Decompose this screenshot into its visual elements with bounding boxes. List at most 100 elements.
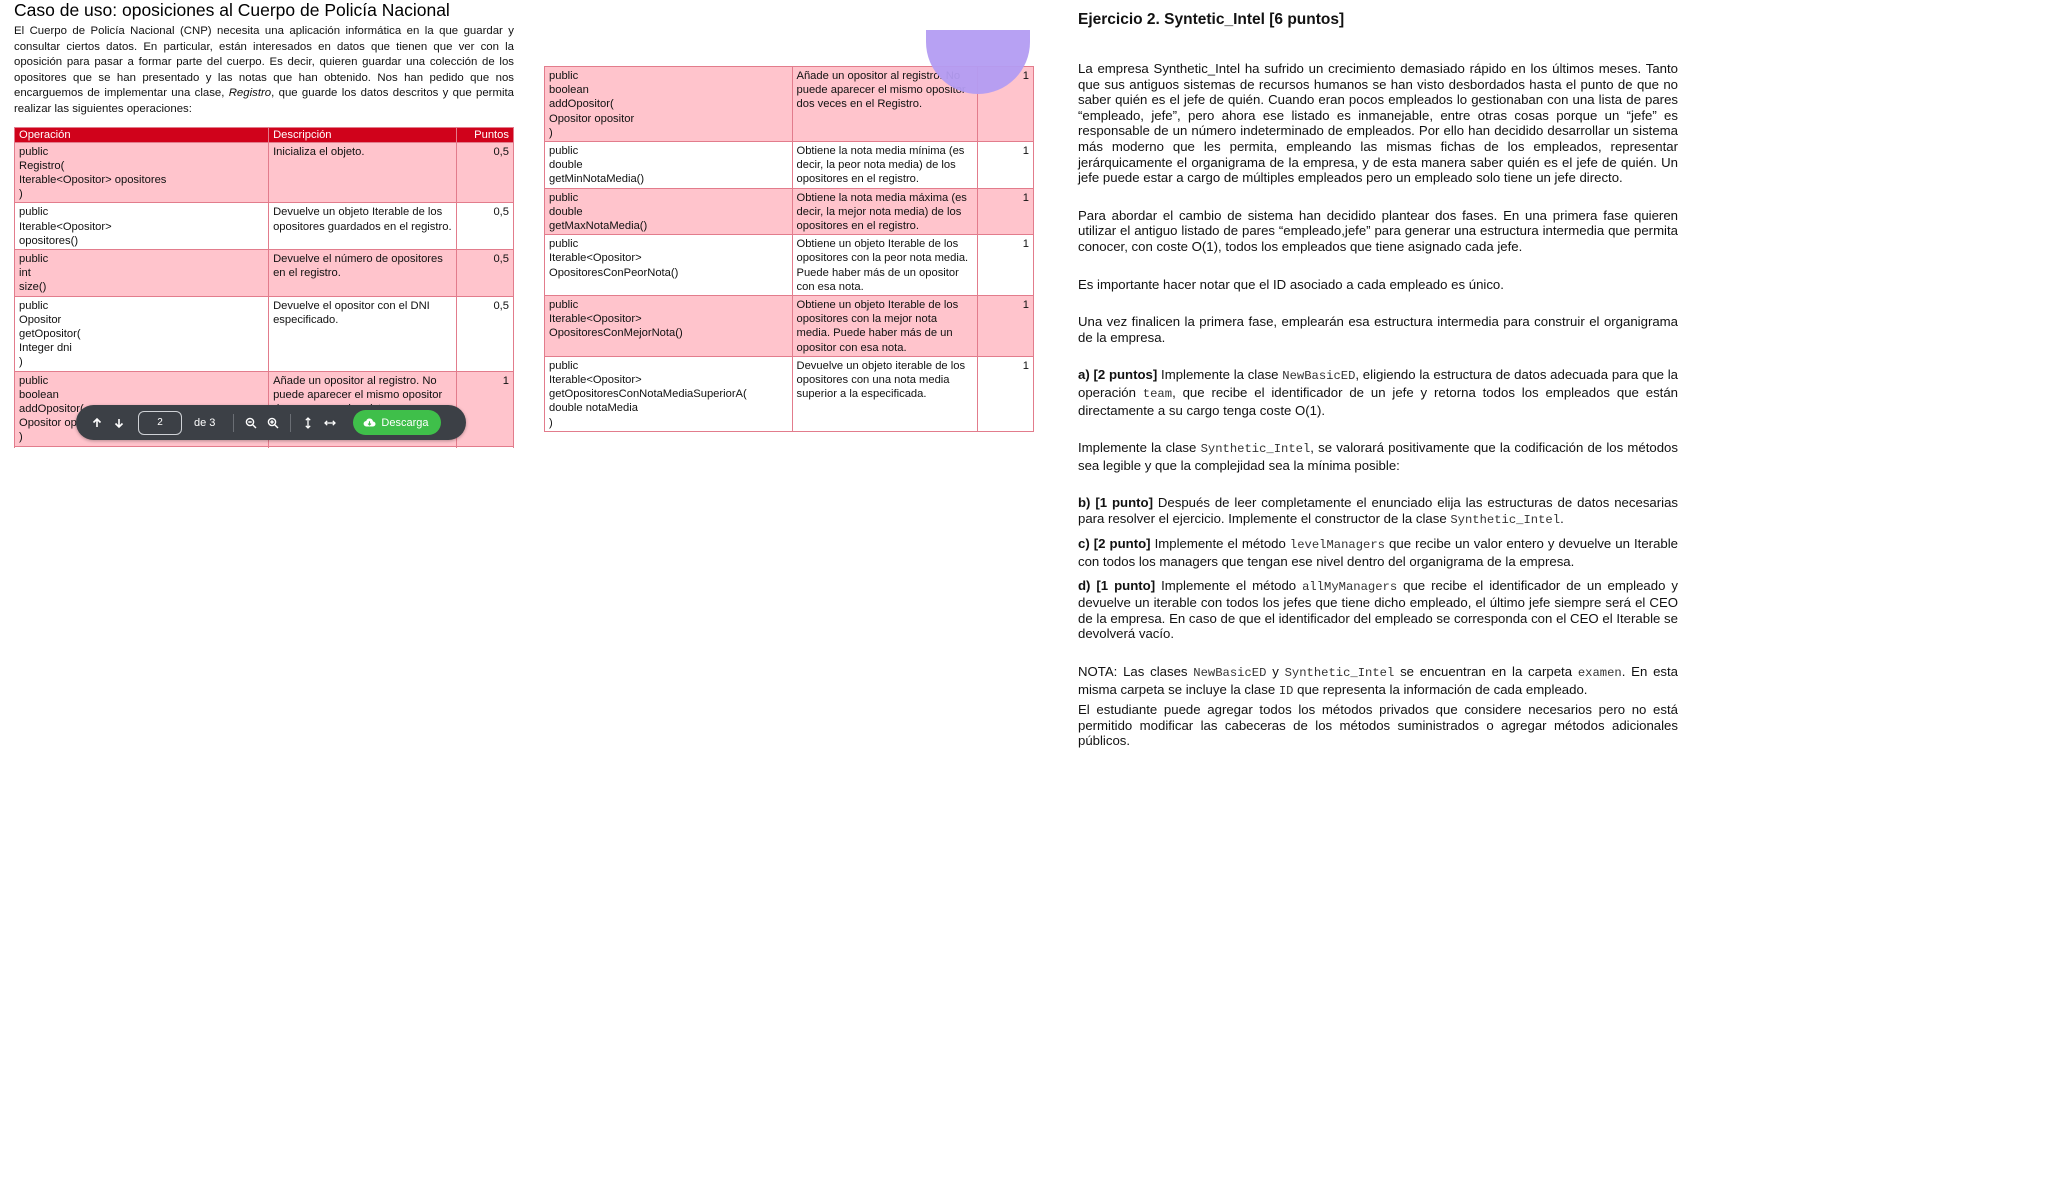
description-cell: Obtiene un objeto Iterable de los oposit… xyxy=(791,234,978,297)
operation-signature-line: Iterable<Opositor> xyxy=(549,252,642,265)
note-paragraph: NOTA: Las clases NewBasicED y Synthetic_… xyxy=(1078,664,1678,699)
operations-table-continued: public boolean addOpositor(Opositor oposit… xyxy=(544,65,1034,432)
fit-width-icon[interactable] xyxy=(319,412,341,434)
text: Después de leer completamente el enuncia… xyxy=(1078,495,1678,526)
operation-signature-line: double xyxy=(549,159,583,172)
points-cell: 1 xyxy=(976,234,1034,297)
paragraph-implement-class: Implemente la clase Synthetic_Intel, se … xyxy=(1078,440,1678,473)
page-number-input[interactable] xyxy=(138,410,182,435)
operation-signature-line: Registro( xyxy=(19,159,65,172)
operation-signature-line: ) xyxy=(19,356,23,369)
points-cell: 1 xyxy=(976,355,1034,432)
operation-cell: public int size() xyxy=(14,248,270,297)
operation-cell: public boolean addOpositor(Opositor oposit… xyxy=(544,65,793,143)
operation-signature-line: Iterable<Opositor> xyxy=(19,220,112,233)
operation-signature-line: Opositor xyxy=(19,313,62,326)
fit-height-icon[interactable] xyxy=(297,412,319,434)
points-cell: 0,5 xyxy=(456,248,514,297)
operation-signature-line: public xyxy=(19,252,49,265)
question-a-label: a) [2 puntos] xyxy=(1078,367,1158,383)
operation-signature-line: ) xyxy=(549,416,553,429)
operation-signature-line: OpositoresConPeorNota() xyxy=(549,266,679,279)
text: que representa la información de cada em… xyxy=(1293,681,1588,697)
description-cell: Obtiene la nota media máxima (es decir, … xyxy=(791,187,978,236)
points-cell: 0,5 xyxy=(456,141,514,204)
text: NOTA: Las clases xyxy=(1078,664,1194,680)
operation-cell: public Iterable<Opositor> getOpositoresCon… xyxy=(544,355,793,432)
code-synthetic-intel: Synthetic_Intel xyxy=(1450,512,1561,527)
operation-cell: public Registro(Iterable<Opositor> oposit… xyxy=(14,141,270,204)
pdf-page-left: Caso de uso: oposiciones al Cuerpo de Po… xyxy=(14,0,514,448)
code-newbasiced: NewBasicED xyxy=(1282,369,1356,384)
arrow-up-icon[interactable] xyxy=(86,412,108,434)
points-cell: 0,5 xyxy=(456,202,514,250)
paragraph-unique-id: Es importante hacer notar que el ID asoc… xyxy=(1078,276,1504,292)
pdf-viewer-toolbar: de 3 Descarga xyxy=(76,405,466,440)
text: . xyxy=(1560,510,1564,526)
download-button[interactable]: Descarga xyxy=(353,410,441,435)
operation-signature-line: OpositoresConMejorNota() xyxy=(549,327,683,340)
paragraph-second-phase: Una vez finalicen la primera fase, emple… xyxy=(1078,314,1678,345)
points-cell: 1 xyxy=(976,295,1034,357)
points-cell: 1 xyxy=(976,187,1034,236)
operation-signature-line: Iterable<Opositor> opositores xyxy=(19,173,167,186)
text: y xyxy=(1266,664,1285,680)
operation-cell: public double getMaxNotaMedia() xyxy=(544,187,793,236)
text: Implemente la clase xyxy=(1157,367,1283,383)
operation-signature-line: getOpositor( xyxy=(19,328,81,340)
code-synthetic-intel: Synthetic_Intel xyxy=(1200,442,1311,457)
points-cell: 1 xyxy=(976,141,1034,189)
description-cell: Devuelve un objeto Iterable de los oposi… xyxy=(268,202,458,250)
operation-signature-line: Opositor opositor xyxy=(549,112,635,125)
operation-cell: public Iterable<Opositor> OpositoresConMej… xyxy=(544,295,793,357)
operation-cell: public Opositor getOpositor( Integer dni) xyxy=(14,295,270,372)
toolbar-divider xyxy=(290,413,292,432)
code-allmymanagers: allMyManagers xyxy=(1302,579,1398,594)
table-row: public Iterable<Opositor> OpositoresConPeo… xyxy=(544,234,1034,297)
operation-signature-line: public xyxy=(19,374,49,387)
table-row: public Registro(Iterable<Opositor> oposit… xyxy=(14,141,514,204)
column-header-operacion: Operación xyxy=(14,126,270,143)
operation-signature-line: Integer dni xyxy=(19,342,72,355)
intro-paragraph: El Cuerpo de Policía Nacional (CNP) nece… xyxy=(14,24,514,118)
code-team: team xyxy=(1142,386,1173,401)
zoom-in-icon[interactable] xyxy=(262,412,284,434)
intro-italic: Registro xyxy=(228,87,272,100)
operation-signature-line: ) xyxy=(549,126,553,139)
description-cell: Obtiene un objeto Iterable de los oposit… xyxy=(791,295,978,357)
operation-signature-line: public xyxy=(549,191,579,204)
operation-signature-line: public xyxy=(19,299,49,312)
operation-signature-line: ) xyxy=(19,188,23,201)
code-id: ID xyxy=(1278,683,1294,698)
note-paragraph-2: El estudiante puede agregar todos los mé… xyxy=(1078,702,1678,749)
operation-cell: public double getMinNotaMedia() xyxy=(544,141,793,189)
table-row: public int size() Devuelve el número de opo… xyxy=(14,248,514,297)
code-levelmanagers: levelManagers xyxy=(1289,538,1385,553)
operation-signature-line: Iterable<Opositor> xyxy=(549,313,642,326)
operation-signature-line: public xyxy=(549,145,579,158)
toolbar-divider xyxy=(233,413,235,432)
operation-signature-line: boolean xyxy=(19,388,59,401)
paragraph-phases: Para abordar el cambio de sistema han de… xyxy=(1078,207,1678,254)
operation-signature-line: getOpositoresConNotaMediaSuperiorA( xyxy=(549,388,747,401)
operation-signature-line: public xyxy=(549,299,579,312)
operation-signature-line: int xyxy=(19,267,31,280)
question-d: d) [1 punto] Implemente el método allMyM… xyxy=(1078,578,1678,642)
table-row: public double getMaxNotaMedia() Obtiene la … xyxy=(544,187,1034,236)
operation-signature-line: opositores() xyxy=(19,234,79,247)
table-row: public Iterable<Opositor> getOpositoresCon… xyxy=(544,355,1034,432)
operation-signature-line: public xyxy=(549,70,579,82)
text: Implemente el método xyxy=(1155,577,1303,593)
points-cell: 1 xyxy=(456,445,514,448)
table-row: public Iterable<Opositor> opositores() Devu… xyxy=(14,202,514,250)
zoom-out-icon[interactable] xyxy=(240,412,262,434)
page-title: Caso de uso: oposiciones al Cuerpo de Po… xyxy=(14,0,450,20)
question-c: c) [2 punto] Implemente el método levelM… xyxy=(1078,536,1678,569)
question-c-label: c) [2 punto] xyxy=(1078,536,1151,552)
description-cell: Devuelve el número de opositores en el r… xyxy=(268,248,458,297)
arrow-down-icon[interactable] xyxy=(108,412,130,434)
code-examen: examen xyxy=(1577,666,1622,681)
operation-signature-line: boolean xyxy=(549,84,589,97)
column-header-descripcion: Descripción xyxy=(268,126,458,143)
pdf-page-right: Ejercicio 2. Syntetic_Intel [6 puntos] L… xyxy=(1078,6,1678,826)
